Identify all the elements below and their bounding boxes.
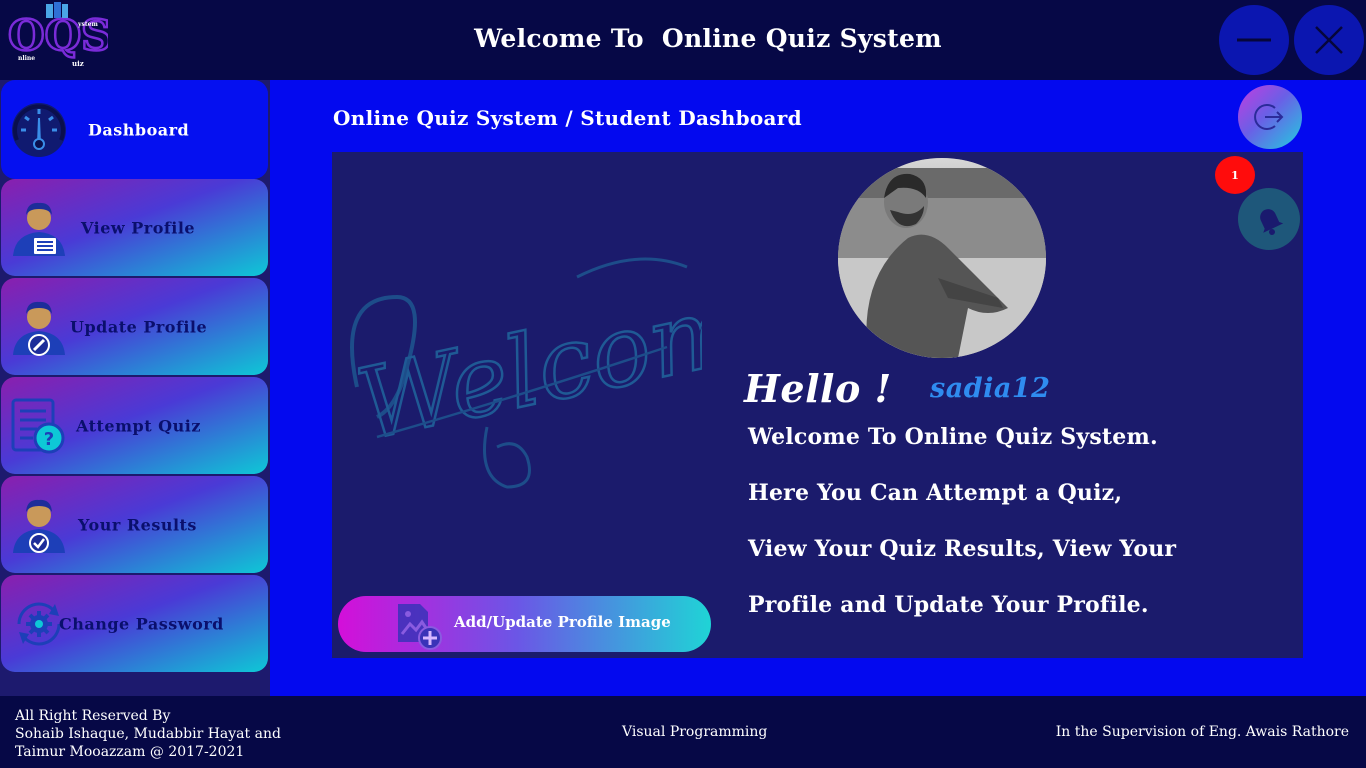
add-image-label: Add/Update Profile Image — [454, 613, 671, 631]
sidebar-item-label: Your Results — [78, 515, 197, 534]
bell-icon — [1260, 209, 1284, 235]
sidebar: Dashboard View Profile Update Profile ? — [0, 80, 270, 696]
credits-line: Taimur Mooazzam @ 2017-2021 — [15, 744, 245, 760]
close-button[interactable] — [1294, 5, 1364, 75]
sidebar-item-attempt-quiz[interactable]: ? Attempt Quiz — [1, 377, 268, 474]
image-add-icon — [398, 604, 442, 650]
logout-button[interactable] — [1238, 85, 1302, 149]
user-edit-icon — [13, 301, 65, 356]
profile-avatar — [838, 158, 1046, 358]
sidebar-item-view-profile[interactable]: View Profile — [1, 179, 268, 276]
quiz-document-icon: ? — [11, 398, 65, 453]
minus-icon — [1237, 38, 1271, 42]
profile-photo — [838, 158, 1046, 358]
logo-small-left: nline — [18, 55, 35, 62]
add-update-profile-image-button[interactable]: Add/Update Profile Image — [338, 596, 711, 652]
main-content: Online Quiz System / Student Dashboard W… — [270, 80, 1366, 696]
credits-line: All Right Reserved By — [15, 708, 171, 724]
greeting: Hello ! — [744, 366, 892, 411]
sidebar-item-label: View Profile — [81, 218, 196, 237]
credits-line: Sohaib Ishaque, Mudabbir Hayat and — [15, 726, 281, 742]
message-line: Welcome To Online Quiz System. — [748, 424, 1158, 450]
logo-small-bottom: uiz — [72, 59, 84, 68]
sidebar-item-change-password[interactable]: Change Password — [1, 575, 268, 672]
minimize-button[interactable] — [1219, 5, 1289, 75]
title-bar: OQS ystem nline uiz Welcome To Online Qu… — [0, 0, 1366, 80]
message-line: Here You Can Attempt a Quiz, — [748, 480, 1123, 506]
credits: All Right Reserved By Sohaib Ishaque, Mu… — [15, 707, 281, 761]
message-line: Profile and Update Your Profile. — [748, 592, 1149, 618]
dashboard-gauge-icon — [12, 102, 66, 157]
svg-text:?: ? — [44, 429, 54, 450]
breadcrumb: Online Quiz System / Student Dashboard — [333, 106, 802, 130]
welcome-script-art: Welcome — [347, 257, 702, 489]
notifications-button[interactable] — [1238, 188, 1300, 250]
dashboard-panel: Welcome Add/Update Profile Image 1 Hello… — [332, 152, 1303, 658]
supervision-note: In the Supervision of Eng. Awais Rathore — [1055, 724, 1349, 740]
user-check-icon — [13, 499, 65, 553]
sidebar-item-label: Update Profile — [70, 317, 208, 336]
course-name: Visual Programming — [622, 724, 768, 740]
logout-icon — [1254, 104, 1284, 130]
sidebar-item-your-results[interactable]: Your Results — [1, 476, 268, 573]
welcome-art-text: Welcome — [348, 259, 702, 463]
username: sadia12 — [930, 373, 1051, 404]
notification-badge: 1 — [1215, 156, 1255, 194]
sidebar-item-dashboard[interactable]: Dashboard — [1, 80, 268, 179]
sidebar-item-label: Change Password — [59, 614, 224, 633]
sidebar-item-label: Dashboard — [88, 120, 190, 139]
sidebar-item-label: Attempt Quiz — [76, 416, 201, 435]
close-icon — [1315, 26, 1343, 54]
sidebar-item-update-profile[interactable]: Update Profile — [1, 278, 268, 375]
window-title: Welcome To Online Quiz System — [474, 24, 942, 53]
user-card-icon — [13, 202, 65, 256]
message-line: View Your Quiz Results, View Your — [748, 536, 1177, 562]
footer: All Right Reserved By Sohaib Ishaque, Mu… — [0, 696, 1366, 768]
